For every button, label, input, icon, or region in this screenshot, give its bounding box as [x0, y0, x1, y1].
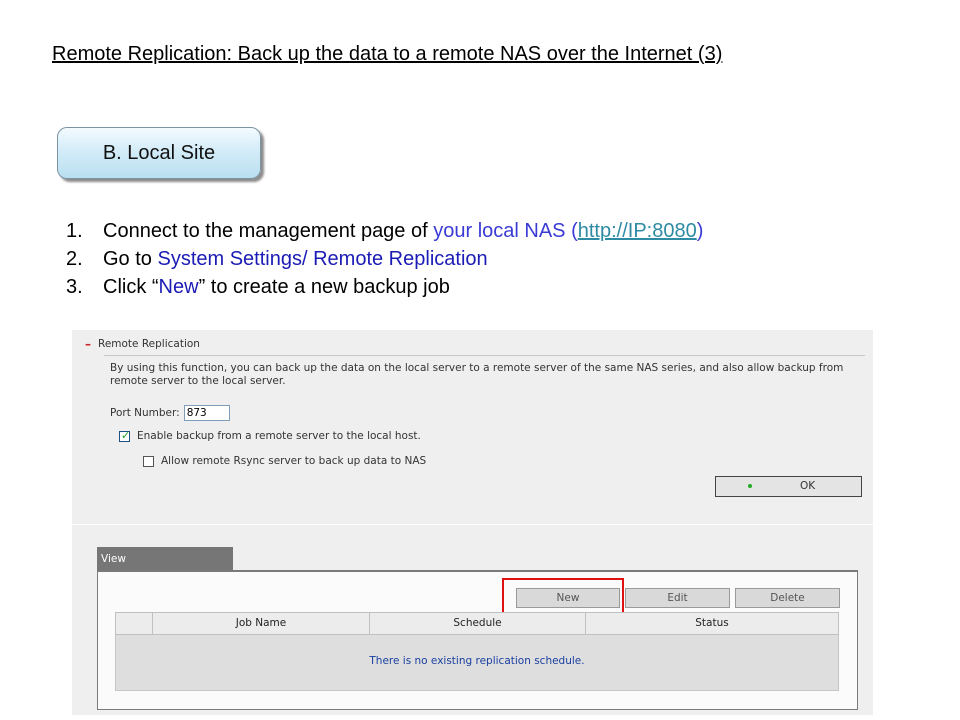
section-title: Remote Replication — [98, 338, 200, 350]
table-header: Job Name Schedule Status — [115, 612, 839, 635]
allow-rsync-checkbox[interactable] — [143, 455, 154, 467]
step-highlight: your local NAS — [433, 220, 566, 242]
enable-backup-row[interactable]: ✓ Enable backup from a remote server to … — [119, 428, 421, 442]
step-item: 3. Click “New” to create a new backup job — [66, 273, 703, 301]
delete-button[interactable]: Delete — [735, 588, 840, 608]
step-item: 2. Go to System Settings/ Remote Replicat… — [66, 245, 703, 273]
panel-divider — [72, 524, 873, 525]
ok-button[interactable]: OK — [715, 476, 862, 497]
port-number-label: Port Number: — [110, 407, 180, 419]
collapse-minus-icon[interactable]: – — [85, 338, 91, 350]
tab-view[interactable]: View — [97, 547, 233, 570]
local-site-label: B. Local Site — [102, 141, 216, 164]
local-site-badge: B. Local Site — [57, 127, 261, 179]
status-dot-icon — [748, 484, 752, 488]
column-header-schedule[interactable]: Schedule — [370, 613, 586, 634]
step-item: 1. Connect to the management page of your… — [66, 217, 703, 245]
column-header-job-name[interactable]: Job Name — [153, 613, 370, 634]
section-header[interactable]: – Remote Replication — [85, 338, 200, 350]
table-body: There is no existing replication schedul… — [115, 635, 839, 691]
remote-replication-screenshot: – Remote Replication By using this funct… — [72, 330, 873, 715]
step-text: ) — [696, 220, 704, 242]
empty-table-message: There is no existing replication schedul… — [369, 655, 585, 667]
step-number: 1. — [66, 220, 83, 242]
step-highlight: System Settings/ Remote Replication — [157, 248, 488, 270]
column-header-status[interactable]: Status — [586, 613, 838, 634]
section-description: By using this function, you can back up … — [110, 362, 844, 387]
instruction-steps: 1. Connect to the management page of your… — [66, 217, 703, 301]
checkmark-icon: ✓ — [121, 428, 131, 442]
step-text: Click “ — [103, 276, 159, 298]
port-number-input[interactable] — [183, 405, 230, 421]
step-number: 2. — [66, 248, 83, 270]
allow-rsync-label: Allow remote Rsync server to back up dat… — [161, 455, 427, 467]
step-text: Go to — [103, 248, 158, 270]
ok-button-label: OK — [800, 480, 816, 492]
step-text: Connect to the management page of — [103, 220, 434, 242]
column-header-select[interactable] — [116, 613, 153, 634]
enable-backup-label: Enable backup from a remote server to th… — [137, 430, 421, 442]
allow-rsync-row[interactable]: Allow remote Rsync server to back up dat… — [143, 455, 426, 467]
step-text: ( — [565, 220, 578, 242]
enable-backup-checkbox[interactable]: ✓ — [119, 428, 131, 442]
step-text: ” to create a new backup job — [198, 276, 450, 298]
step-highlight: New — [158, 276, 199, 298]
edit-button[interactable]: Edit — [625, 588, 730, 608]
nas-url-link[interactable]: http://IP:8080 — [578, 220, 697, 242]
port-number-row: Port Number: — [110, 405, 230, 421]
section-divider — [104, 355, 865, 356]
slide-title: Remote Replication: Back up the data to … — [52, 43, 723, 65]
step-number: 3. — [66, 276, 83, 298]
